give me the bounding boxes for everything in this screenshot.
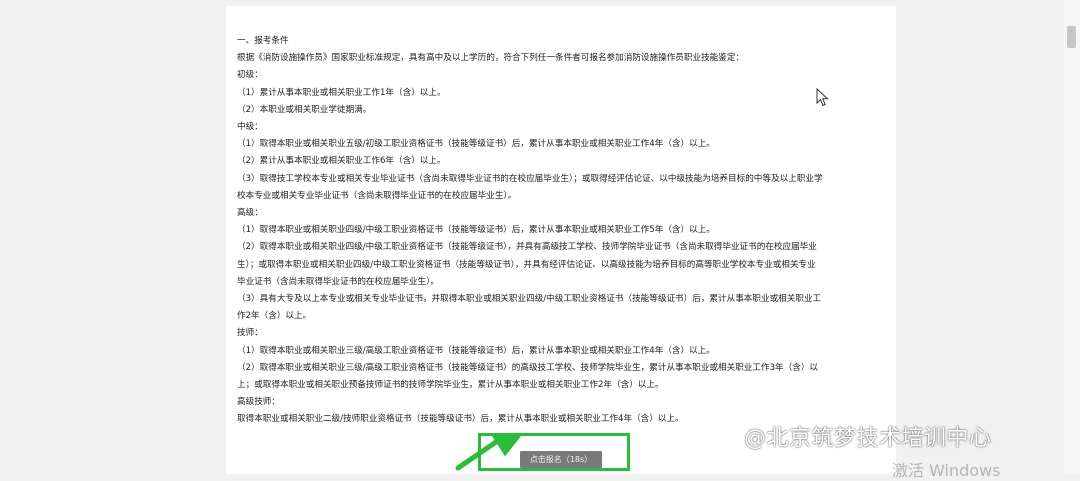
scrollbar-track[interactable] [1064,0,1080,474]
text-line: （3）具有大专及以上本专业或相关专业毕业证书，并取得本职业或相关职业四级/中级工… [237,294,822,305]
document-page: 一、报考条件根据《消防设施操作员》国家职业标准规定，具有高中及以上学历的，符合下… [226,6,896,474]
text-line: （1）取得本职业或相关职业四级/中级工职业资格证书（技能等级证书）后，累计从事本… [237,225,715,236]
text-line: （2）本职业或相关职业学徒期满。 [237,104,372,115]
registration-requirements: 一、报考条件根据《消防设施操作员》国家职业标准规定，具有高中及以上学历的，符合下… [237,33,887,429]
watermark: @北京筑梦技术培训中心 [718,420,992,452]
text-line: 初级： [237,70,263,81]
text-line: 上；或取得本职业或相关职业预备技师证书的技师学院毕业生，累计从事本职业或相关职业… [237,380,664,391]
text-line: （2）取得本职业或相关职业三级/高级工职业资格证书（技能等级证书）的高级技工学校… [237,362,819,373]
text-line: 一、报考条件 [237,36,289,46]
text-line: 高级技师： [237,397,280,408]
text-line: 中级： [237,122,263,133]
mouse-pointer-icon [816,88,829,107]
text-line: （1）累计从事本职业或相关职业工作1年（含）以上。 [237,87,446,98]
text-line: 技师： [237,328,263,339]
text-line: 作2年（含）以上。 [237,311,312,322]
text-line: 毕业证书（含尚未取得毕业证书的在校应届毕业生）。 [237,276,439,287]
register-button[interactable]: 点击报名（18s） [520,451,602,468]
text-line: 生）；或取得本职业或相关职业四级/中级工职业资格证书（技能等级证书），并具有经评… [237,259,816,270]
text-line: （1）取得本职业或相关职业三级/高级工职业资格证书（技能等级证书）后，累计从事本… [237,345,715,356]
scrollbar-thumb[interactable] [1067,26,1076,48]
watermark-text: @北京筑梦技术培训中心 [744,426,992,451]
text-line: （2）取得本职业或相关职业四级/中级工职业资格证书（技能等级证书），并具有高级技… [237,242,817,253]
text-line: 校本专业或相关专业毕业证书（含尚未取得毕业证书的在校应届毕业生）。 [237,190,517,201]
text-line: （3）取得技工学校本专业或相关专业毕业证书（含尚未取得毕业证书的在校应届毕业生）… [237,173,823,184]
toutiao-logo-icon [718,425,740,447]
text-line: 根据《消防设施操作员》国家职业标准规定，具有高中及以上学历的，符合下列任一条件者… [237,53,745,64]
text-line: （2）累计从事本职业或相关职业工作6年（含）以上。 [237,156,446,167]
activate-windows-text: 激活 Windows [892,461,1001,480]
text-line: 高级： [237,208,263,219]
text-line: （1）取得本职业或相关职业五级/初级工职业资格证书（技能等级证书）后，累计从事本… [237,139,715,150]
